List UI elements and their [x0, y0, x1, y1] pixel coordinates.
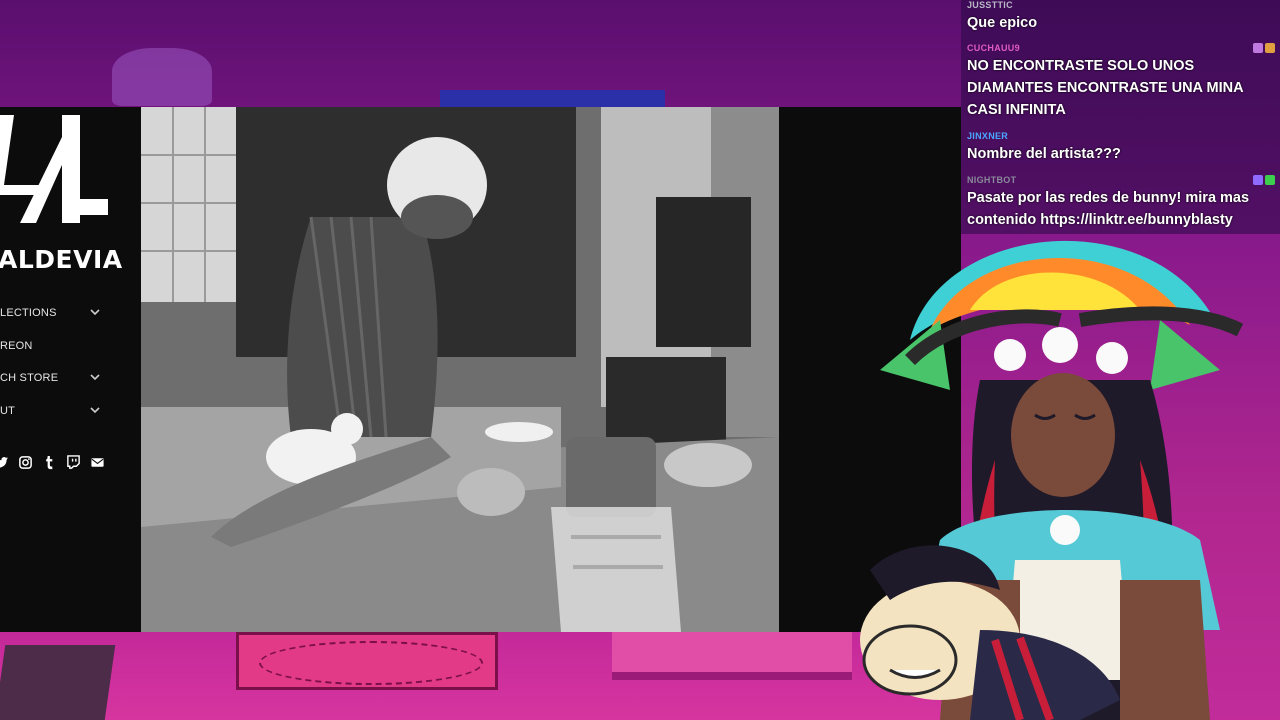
nav-item-about[interactable]: UT	[0, 395, 110, 428]
chat-username: JINXNER	[967, 131, 1009, 141]
chevron-down-icon[interactable]	[89, 306, 101, 318]
site-sidebar: ALDEVIA LECTIONS REON CH STORE UT	[0, 107, 141, 632]
twitter-icon[interactable]	[0, 455, 9, 470]
background-shelf	[440, 90, 665, 108]
social-links	[0, 455, 105, 470]
site-nav: LECTIONS REON CH STORE UT	[0, 297, 110, 427]
site-logo-mark	[0, 115, 108, 223]
nav-item-label: REON	[0, 339, 33, 352]
tumblr-icon[interactable]	[42, 455, 57, 470]
instagram-icon[interactable]	[18, 455, 33, 470]
chat-text: Que epico	[967, 15, 1038, 31]
chat-badges	[1253, 43, 1275, 53]
chat-username: CUCHAUU9	[967, 43, 1020, 53]
chevron-down-icon[interactable]	[89, 404, 101, 416]
nav-item-label: UT	[0, 404, 16, 417]
twitch-icon[interactable]	[66, 455, 81, 470]
chevron-down-icon[interactable]	[89, 371, 101, 383]
background-laptop	[0, 645, 116, 720]
site-logo-text[interactable]: ALDEVIA	[0, 245, 123, 274]
mail-icon[interactable]	[90, 455, 105, 470]
chat-message: JUSSTTIC Que epico	[967, 0, 1267, 34]
subscriber-badge-icon	[1253, 43, 1263, 53]
chat-text: NO ENCONTRASTE SOLO UNOS DIAMANTES ENCON…	[967, 58, 1244, 118]
bits-badge-icon	[1265, 43, 1275, 53]
kitchen-photo	[141, 107, 779, 632]
chat-message: CUCHAUU9 NO ENCONTRASTE SOLO UNOS DIAMAN…	[967, 43, 1275, 121]
background-rug	[236, 632, 498, 690]
nav-item-merch-store[interactable]: CH STORE	[0, 362, 110, 395]
website-panel: ALDEVIA LECTIONS REON CH STORE UT	[0, 107, 961, 632]
nav-item-label: LECTIONS	[0, 307, 57, 320]
background-box	[612, 632, 852, 680]
nav-item-label: CH STORE	[0, 372, 59, 385]
vtuber-avatar	[860, 240, 1244, 720]
nav-item-collections[interactable]: LECTIONS	[0, 297, 110, 330]
chat-username: JUSSTTIC	[967, 0, 1013, 10]
background-plush	[112, 48, 212, 106]
nav-item-patreon[interactable]: REON	[0, 330, 110, 363]
